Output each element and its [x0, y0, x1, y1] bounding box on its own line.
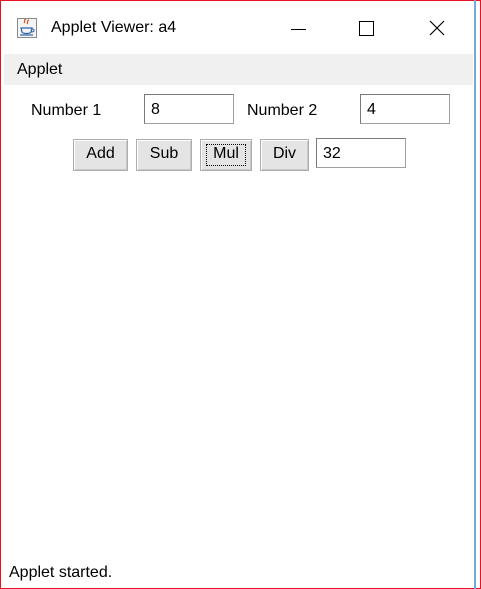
- minimize-icon: [291, 29, 306, 30]
- java-icon: [17, 18, 37, 38]
- minimize-button[interactable]: [275, 9, 321, 47]
- window-edge: [474, 0, 476, 589]
- mul-button[interactable]: Mul: [200, 139, 252, 171]
- div-button-label: Div: [272, 145, 297, 162]
- sub-button[interactable]: Sub: [136, 139, 192, 171]
- status-bar-text: Applet started.: [9, 564, 113, 581]
- window-title: Applet Viewer: a4: [51, 19, 177, 36]
- number2-input[interactable]: [360, 94, 450, 124]
- mul-button-label: Mul: [213, 145, 239, 162]
- close-icon: [429, 20, 445, 36]
- menu-applet[interactable]: Applet: [17, 60, 62, 80]
- number1-label: Number 1: [31, 102, 102, 119]
- div-button[interactable]: Div: [260, 139, 309, 171]
- add-button-label: Add: [86, 145, 115, 162]
- applet-viewer-window: Applet Viewer: a4 Applet Number 1 Number…: [0, 0, 481, 589]
- title-bar[interactable]: Applet Viewer: a4: [1, 1, 473, 54]
- maximize-icon: [359, 21, 374, 36]
- maximize-button[interactable]: [343, 9, 389, 47]
- add-button[interactable]: Add: [73, 139, 128, 171]
- sub-button-label: Sub: [149, 145, 179, 162]
- menu-bar: Applet: [4, 54, 473, 85]
- number1-input[interactable]: [144, 94, 234, 124]
- result-input[interactable]: [316, 138, 406, 168]
- close-button[interactable]: [414, 9, 460, 47]
- number2-label: Number 2: [247, 102, 318, 119]
